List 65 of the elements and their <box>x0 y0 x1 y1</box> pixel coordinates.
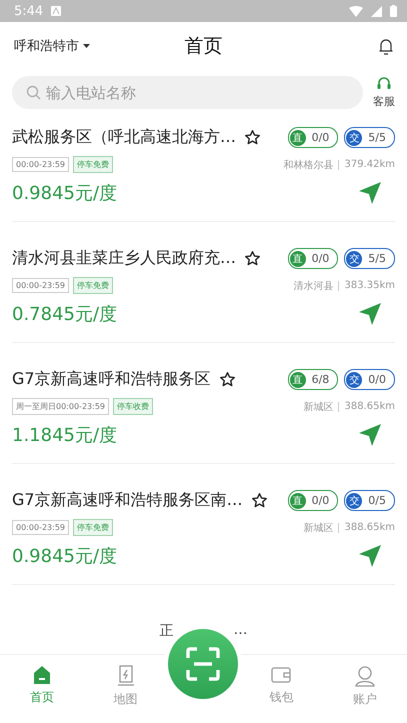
star-icon[interactable] <box>244 250 261 267</box>
distance-text: 388.65km <box>344 522 395 533</box>
station-card[interactable]: 武松服务区（呼北高速北海方… 直 0/0 交 5/5 00:00-23:59 停车免费 和林格尔县 379.42km 0.9845元/度 <box>12 119 395 222</box>
loading-text: 正 <box>160 622 174 640</box>
wallet-icon <box>270 665 292 685</box>
battery-icon <box>390 5 397 17</box>
charger-icon <box>116 665 135 687</box>
bell-icon[interactable] <box>379 38 393 54</box>
navigate-icon[interactable] <box>359 182 381 204</box>
charger-count-badge: 直 0/0 <box>288 490 338 511</box>
price-text: 0.9845元/度 <box>12 545 118 568</box>
loading-text: … <box>234 622 248 640</box>
price-text: 1.1845元/度 <box>12 424 118 447</box>
search-field[interactable]: 输入电站名称 <box>12 76 363 109</box>
charger-count-badge: 交 5/5 <box>344 127 395 148</box>
scan-icon <box>186 647 220 681</box>
station-card[interactable]: 清水河县韭菜庄乡人民政府充… 直 0/0 交 5/5 00:00-23:59 停车免费 清水河县 383.35km 0.7845元/度 <box>12 240 395 343</box>
page-title: 首页 <box>184 34 222 59</box>
headset-icon <box>376 76 392 92</box>
parking-tag: 停车免费 <box>73 277 113 294</box>
star-icon[interactable] <box>244 129 261 146</box>
parking-tag: 停车免费 <box>73 156 113 173</box>
station-name: G7京新高速呼和浩特服务区 <box>12 369 211 390</box>
station-name: 武松服务区（呼北高速北海方… <box>12 127 236 148</box>
search-icon <box>26 85 41 100</box>
customer-service-button[interactable]: 客服 <box>373 76 395 109</box>
dropdown-icon <box>83 44 90 48</box>
status-time: 5:44 <box>14 4 44 18</box>
nav-tab[interactable]: 首页 <box>0 655 84 723</box>
price-text: 0.7845元/度 <box>12 303 118 326</box>
star-icon[interactable] <box>218 371 236 388</box>
signal-icon <box>371 6 382 16</box>
notification-icon <box>51 6 62 16</box>
navigate-icon[interactable] <box>359 303 381 325</box>
hours-tag: 周一至周日00:00-23:59 <box>12 398 109 415</box>
parking-tag: 停车收费 <box>113 398 153 415</box>
distance-text: 379.42km <box>344 159 395 170</box>
district-text: 清水河县 <box>293 280 334 292</box>
distance-text: 388.65km <box>344 401 395 412</box>
parking-tag: 停车免费 <box>73 519 113 536</box>
distance-text: 383.35km <box>344 280 395 291</box>
charger-count-badge: 直 0/0 <box>288 248 338 269</box>
home-icon <box>32 665 51 685</box>
hours-tag: 00:00-23:59 <box>12 278 69 293</box>
hours-tag: 00:00-23:59 <box>12 520 69 535</box>
price-text: 0.9845元/度 <box>12 182 118 205</box>
station-card[interactable]: G7京新高速呼和浩特服务区南… 直 0/0 交 0/5 00:00-23:59 停车免费 新城区 388.65km 0.9845元/度 <box>12 482 395 585</box>
hours-tag: 00:00-23:59 <box>12 157 69 172</box>
navigate-icon[interactable] <box>359 424 381 446</box>
charger-count-badge: 直 6/8 <box>288 369 338 390</box>
charger-count-badge: 交 5/5 <box>344 248 395 269</box>
navigate-icon[interactable] <box>359 545 381 567</box>
district-text: 和林格尔县 <box>283 158 334 172</box>
wifi-icon <box>349 6 363 16</box>
station-card[interactable]: G7京新高速呼和浩特服务区 直 6/8 交 0/0 周一至周日00:00-23:59 停车收费 新城区 388.65km 1.1845元/度 <box>12 361 395 464</box>
district-text: 新城区 <box>303 522 334 534</box>
station-name: 清水河县韭菜庄乡人民政府充… <box>12 248 236 269</box>
charger-count-badge: 交 0/0 <box>344 369 395 390</box>
station-name: G7京新高速呼和浩特服务区南… <box>12 490 243 511</box>
district-text: 新城区 <box>303 400 334 414</box>
city-selector[interactable]: 呼和浩特市 <box>14 37 90 55</box>
charger-count-badge: 交 0/5 <box>344 490 395 511</box>
star-icon[interactable] <box>250 492 268 509</box>
user-icon <box>354 665 376 687</box>
charger-count-badge: 直 0/0 <box>288 127 338 148</box>
